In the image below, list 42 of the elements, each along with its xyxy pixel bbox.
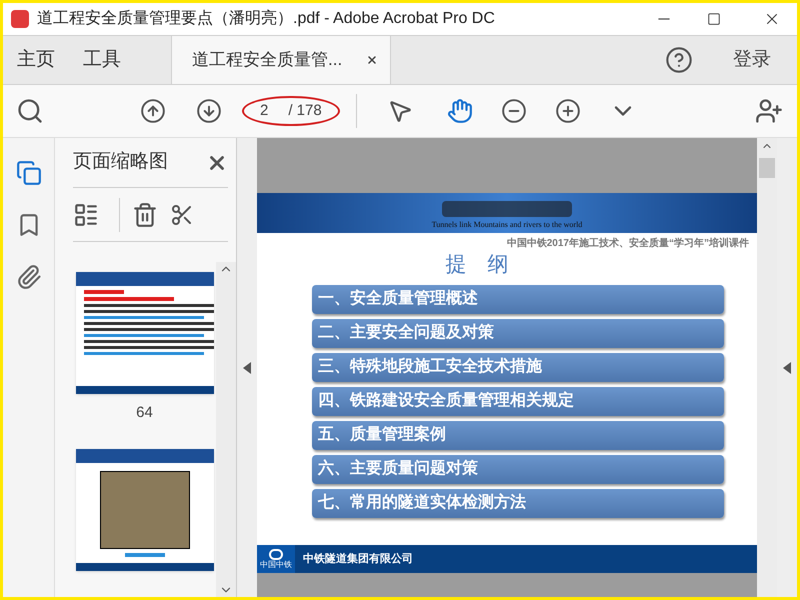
options-icon[interactable] (73, 202, 99, 228)
outline-item: 二、主要安全问题及对策 (312, 318, 724, 348)
page-number-field[interactable]: 2 / 178 (242, 96, 340, 126)
page-number: 64 (136, 403, 153, 423)
previous-page-icon[interactable] (140, 98, 166, 124)
trash-icon[interactable] (132, 202, 158, 228)
attachments-panel-icon[interactable] (16, 264, 42, 290)
zoom-out-icon[interactable] (500, 98, 527, 124)
page-thumbnail[interactable] (76, 448, 214, 570)
banner-tagline: Tunnels link Mountains and rivers to the world (432, 219, 582, 231)
slide-heading: 提 纲 (446, 252, 508, 278)
expand-arrow-icon[interactable] (783, 362, 791, 374)
app-icon (11, 10, 29, 28)
sign-in-link[interactable]: 登录 (733, 46, 771, 74)
scrollbar[interactable] (757, 138, 777, 597)
panel-title: 页面缩略图 (73, 150, 168, 174)
next-page-icon[interactable] (196, 98, 222, 124)
nav-tab[interactable]: 工具 (69, 36, 135, 84)
hand-tool-icon[interactable] (446, 98, 473, 124)
close-tab-icon[interactable] (366, 54, 378, 66)
scrollbar[interactable] (216, 262, 236, 597)
outline-item: 五、质量管理案例 (312, 420, 724, 450)
logo-caption: 中国中铁 (260, 561, 292, 569)
help-icon[interactable] (665, 46, 693, 74)
outline-item: 三、特殊地段施工安全技术措施 (312, 352, 724, 382)
add-user-icon[interactable] (755, 97, 783, 125)
nav-tab[interactable]: 主页 (3, 36, 69, 84)
scrollbar-thumb[interactable] (759, 158, 775, 178)
outline-item: 四、铁路建设安全质量管理相关规定 (312, 386, 724, 416)
company-name: 中铁隧道集团有限公司 (303, 552, 413, 567)
maximize-icon[interactable] (707, 12, 721, 26)
company-logo (269, 549, 283, 560)
outline-item: 七、常用的隧道实体检测方法 (312, 488, 724, 518)
search-icon[interactable] (16, 97, 44, 125)
zoom-in-icon[interactable] (554, 98, 581, 124)
outline-item: 六、主要质量问题对策 (312, 454, 724, 484)
slide-subtitle: 中国中铁2017年施工技术、安全质量“学习年”培训课件 (506, 236, 749, 251)
outline-item: 一、安全质量管理概述 (312, 284, 724, 314)
page-thumbnail[interactable] (76, 272, 214, 394)
nav-tab[interactable]: 道工程安全质量管... (171, 36, 391, 84)
pages-panel-icon[interactable] (16, 160, 42, 186)
window-title: 道工程安全质量管理要点（潘明亮）.pdf - Adobe Acrobat Pro DC (37, 8, 495, 29)
